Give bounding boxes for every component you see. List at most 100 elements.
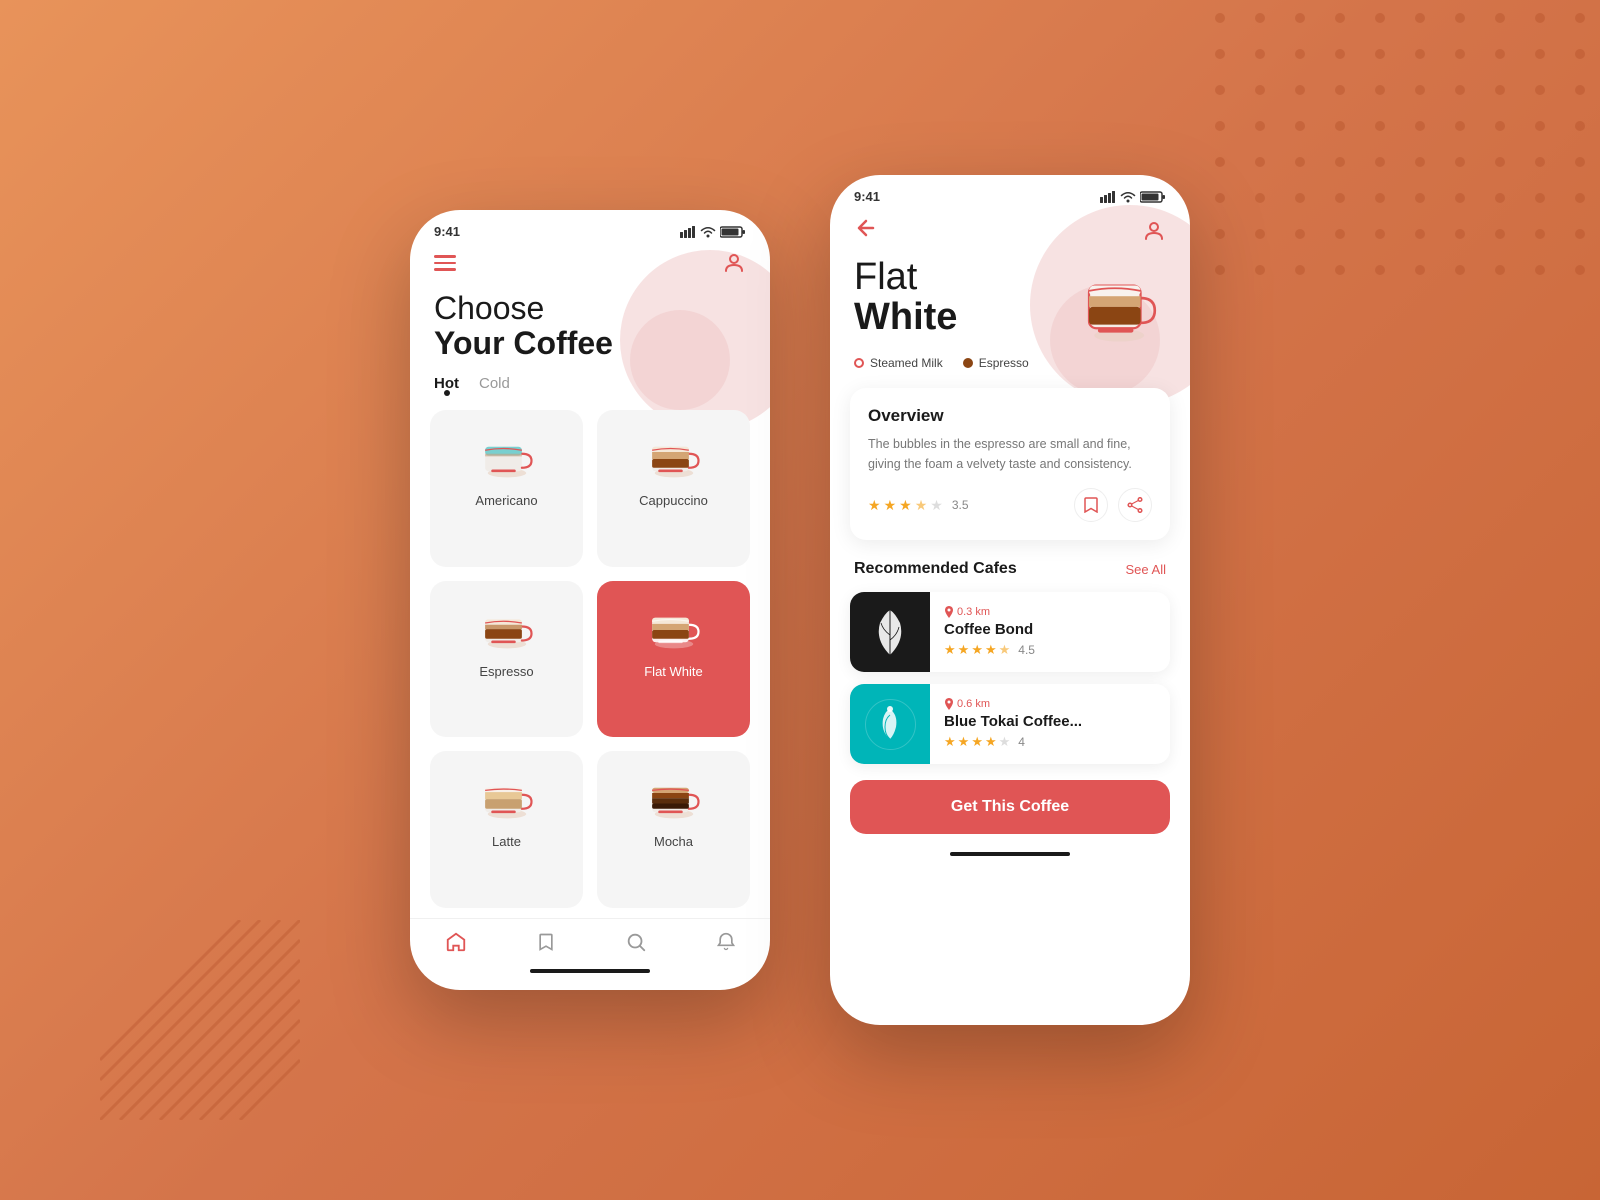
status-icons-right xyxy=(1100,191,1166,203)
star-4: ★ xyxy=(915,497,928,514)
coffee-hero-cup xyxy=(1076,266,1166,346)
coffee-card-mocha[interactable]: Mocha xyxy=(597,751,750,908)
overview-card: Overview The bubbles in the espresso are… xyxy=(850,388,1170,540)
home-icon xyxy=(445,931,467,953)
share-action-button[interactable] xyxy=(1118,488,1152,522)
star-3: ★ xyxy=(899,497,912,514)
nav-bell[interactable] xyxy=(716,931,736,953)
coffee-name-americano: Americano xyxy=(475,493,537,508)
menu-line-3 xyxy=(434,268,456,271)
rating-stars: ★ ★ ★ ★ ★ 3.5 xyxy=(868,497,969,514)
bookmark-action-icon xyxy=(1084,497,1098,513)
coffee-name-latte: Latte xyxy=(492,834,521,849)
cafe-logo-coffee-bond xyxy=(850,592,930,672)
nav-search[interactable] xyxy=(625,931,647,953)
coffee-card-flatwhite[interactable]: Flat White xyxy=(597,581,750,738)
phones-container: 9:41 xyxy=(410,175,1190,1025)
coffee-card-cappuccino[interactable]: Cappuccino xyxy=(597,410,750,567)
cafe-1-rating-num: 4.5 xyxy=(1018,643,1035,657)
back-button[interactable] xyxy=(854,216,878,246)
cup-espresso xyxy=(472,599,542,654)
status-bar-right: 9:41 xyxy=(830,175,1190,208)
cup-mocha xyxy=(639,769,709,824)
search-icon xyxy=(625,931,647,953)
cafe-2-rating-num: 4 xyxy=(1018,735,1025,749)
ingredient-espresso-label: Espresso xyxy=(979,356,1029,370)
home-indicator-left xyxy=(530,969,650,973)
bookmark-icon xyxy=(536,931,556,953)
nav-home[interactable] xyxy=(445,931,467,953)
menu-line-1 xyxy=(434,255,456,258)
location-icon-1 xyxy=(944,606,954,618)
cup-latte xyxy=(472,769,542,824)
bell-icon xyxy=(716,931,736,953)
coffee-grid: Americano Cappuccino xyxy=(410,400,770,918)
cup-cappuccino xyxy=(639,428,709,483)
profile-icon-left[interactable] xyxy=(722,251,746,275)
tab-cold[interactable]: Cold xyxy=(479,375,510,392)
right-header xyxy=(830,208,1190,246)
cafe-1-star-3: ★ xyxy=(971,642,983,658)
left-title: Choose Your Coffee xyxy=(410,275,770,361)
ingredients-row: Steamed Milk Espresso xyxy=(830,346,1190,380)
location-icon-2 xyxy=(944,698,954,710)
lines-decoration xyxy=(100,920,300,1120)
menu-line-2 xyxy=(434,262,456,265)
recommended-title: Recommended Cafes xyxy=(854,560,1017,578)
cafe-card-coffee-bond[interactable]: 0.3 km Coffee Bond ★ ★ ★ ★ ★ 4.5 xyxy=(850,592,1170,672)
cafe-1-distance: 0.3 km xyxy=(957,606,990,618)
cafe-2-star-4: ★ xyxy=(985,734,997,750)
tab-hot[interactable]: Hot xyxy=(434,375,459,392)
left-header xyxy=(410,243,770,275)
get-coffee-button[interactable]: Get This Coffee xyxy=(850,780,1170,834)
cafe-distance-2: 0.6 km xyxy=(944,698,1160,710)
status-icons-left xyxy=(680,226,746,238)
star-5: ★ xyxy=(930,497,943,514)
see-all-button[interactable]: See All xyxy=(1126,562,1166,577)
star-1: ★ xyxy=(868,497,881,514)
home-indicator-right xyxy=(950,852,1070,856)
profile-icon-right[interactable] xyxy=(1142,219,1166,243)
ingredient-espresso: Espresso xyxy=(963,356,1029,370)
battery-icon xyxy=(720,226,746,238)
left-phone: 9:41 xyxy=(410,210,770,990)
cafe-1-star-2: ★ xyxy=(958,642,970,658)
right-title-section: Flat White xyxy=(830,246,1190,346)
coffee-name-espresso: Espresso xyxy=(479,664,533,679)
cafe-2-star-1: ★ xyxy=(944,734,956,750)
cafe-2-rating: ★ ★ ★ ★ ★ 4 xyxy=(944,734,1160,750)
cafe-card-blue-tokai[interactable]: 0.6 km Blue Tokai Coffee... ★ ★ ★ ★ ★ 4 xyxy=(850,684,1170,764)
bookmark-action-button[interactable] xyxy=(1074,488,1108,522)
cafe-info-blue-tokai: 0.6 km Blue Tokai Coffee... ★ ★ ★ ★ ★ 4 xyxy=(944,688,1170,760)
recommended-section-header: Recommended Cafes See All xyxy=(830,548,1190,586)
overview-description: The bubbles in the espresso are small an… xyxy=(868,434,1152,474)
cafe-distance-1: 0.3 km xyxy=(944,606,1160,618)
cafe-2-star-2: ★ xyxy=(958,734,970,750)
time-left: 9:41 xyxy=(434,224,460,239)
dots-decoration xyxy=(1200,0,1600,300)
action-icons xyxy=(1074,488,1152,522)
rating-number: 3.5 xyxy=(952,498,969,512)
coffee-title-line1: Flat xyxy=(854,256,917,298)
dot-milk xyxy=(854,358,864,368)
cafe-1-star-1: ★ xyxy=(944,642,956,658)
overview-title: Overview xyxy=(868,406,1152,426)
signal-icon-right xyxy=(1100,191,1116,203)
coffee-card-latte[interactable]: Latte xyxy=(430,751,583,908)
rating-row: ★ ★ ★ ★ ★ 3.5 xyxy=(868,488,1152,522)
star-2: ★ xyxy=(884,497,897,514)
battery-icon-right xyxy=(1140,191,1166,203)
coffee-card-espresso[interactable]: Espresso xyxy=(430,581,583,738)
bottom-nav xyxy=(410,918,770,961)
coffee-name-mocha: Mocha xyxy=(654,834,693,849)
back-arrow-icon xyxy=(854,216,878,240)
cafe-2-name: Blue Tokai Coffee... xyxy=(944,713,1160,730)
left-phone-content: Choose Your Coffee Hot Cold xyxy=(410,243,770,973)
coffee-card-americano[interactable]: Americano xyxy=(430,410,583,567)
right-phone-content: Flat White xyxy=(830,208,1190,1008)
status-bar-left: 9:41 xyxy=(410,210,770,243)
coffee-detail-title: Flat White xyxy=(854,258,957,338)
ingredient-milk-label: Steamed Milk xyxy=(870,356,943,370)
nav-bookmark[interactable] xyxy=(536,931,556,953)
menu-button[interactable] xyxy=(434,255,456,271)
